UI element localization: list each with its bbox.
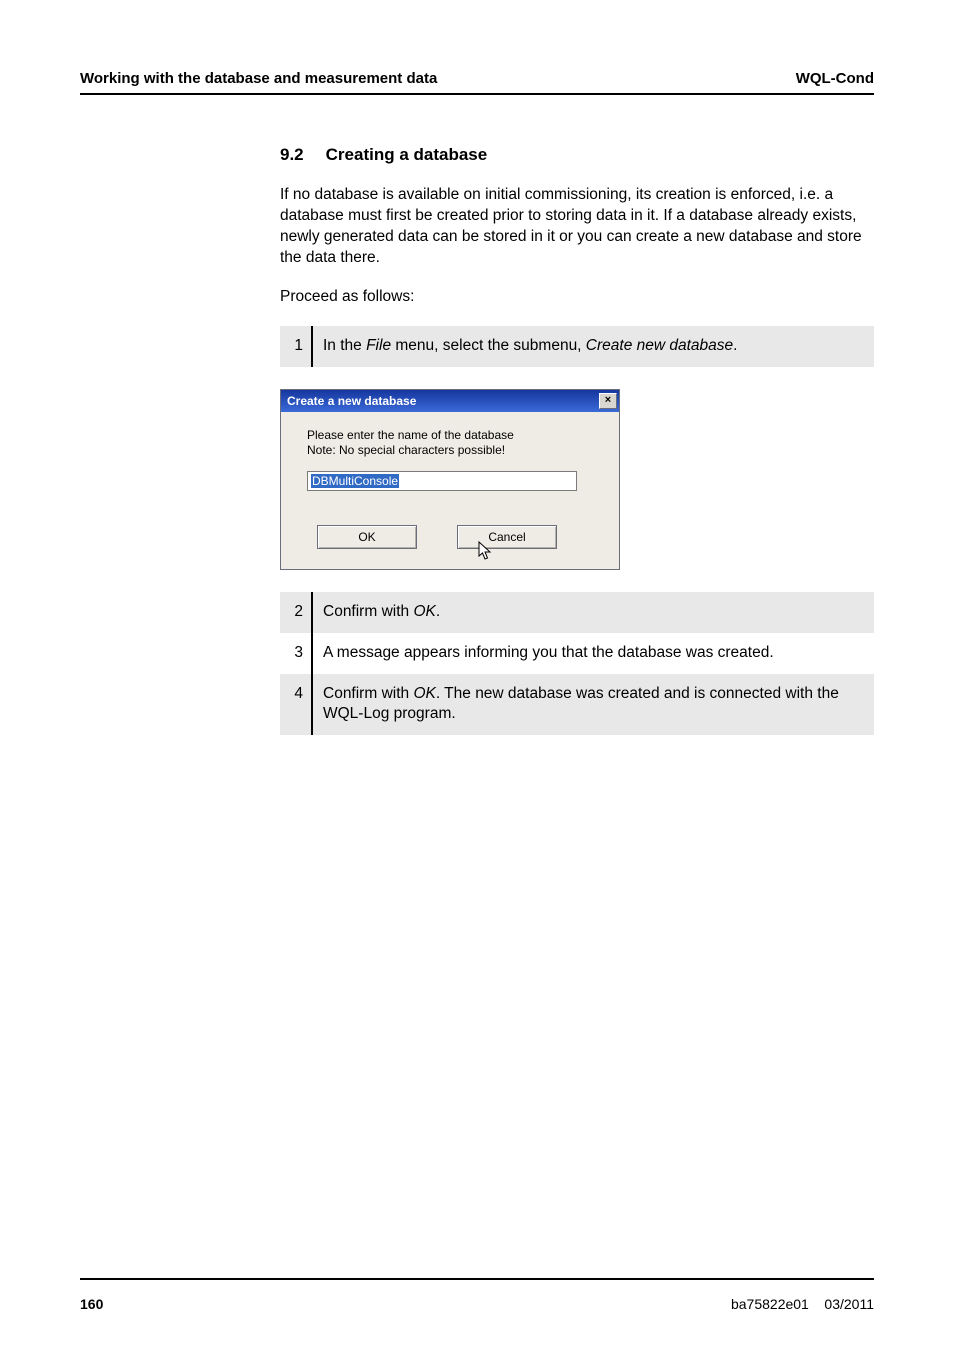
doc-id: ba75822e01 [731, 1296, 809, 1312]
step-text: Confirm with OK. The new database was cr… [312, 674, 874, 736]
dialog-screenshot: Create a new database × Please enter the… [280, 389, 874, 570]
menu-name: File [366, 337, 391, 354]
step-text-fragment: In the [323, 337, 366, 354]
step-row: 2 Confirm with OK. [280, 592, 874, 633]
lead-in-paragraph: Proceed as follows: [280, 287, 874, 308]
page-number: 160 [80, 1296, 103, 1312]
step-text: In the File menu, select the submenu, Cr… [312, 326, 874, 367]
main-content: 9.2 Creating a database If no database is… [280, 145, 874, 735]
dialog-body: Please enter the name of the database No… [281, 412, 619, 569]
close-icon[interactable]: × [599, 393, 617, 409]
step-number: 2 [280, 592, 312, 633]
section-number: 9.2 [280, 145, 304, 165]
running-header: Working with the database and measuremen… [80, 70, 874, 95]
database-name-value: DBMultiConsole [311, 474, 399, 488]
button-name: OK [413, 603, 435, 620]
step-row: 3 A message appears informing you that t… [280, 633, 874, 674]
dialog-title: Create a new database [287, 394, 416, 408]
doc-date: 03/2011 [824, 1296, 874, 1312]
dialog-message-line: Please enter the name of the database [307, 428, 601, 444]
step-number: 4 [280, 674, 312, 736]
page-footer: 160 ba75822e01 03/2011 [80, 1296, 874, 1312]
header-right: WQL-Cond [796, 70, 874, 87]
cancel-button[interactable]: Cancel [457, 525, 557, 549]
step-number: 3 [280, 633, 312, 674]
step-row: 1 In the File menu, select the submenu, … [280, 326, 874, 367]
create-database-dialog: Create a new database × Please enter the… [280, 389, 620, 570]
submenu-name: Create new database [586, 337, 733, 354]
database-name-input[interactable]: DBMultiConsole [307, 471, 577, 491]
footer-rule [80, 1278, 874, 1280]
section-title: Creating a database [326, 145, 488, 164]
step-table-2: 2 Confirm with OK. 3 A message appears i… [280, 592, 874, 736]
dialog-message-line: Note: No special characters possible! [307, 443, 601, 459]
step-number: 1 [280, 326, 312, 367]
step-row: 4 Confirm with OK. The new database was … [280, 674, 874, 736]
footer-right: ba75822e01 03/2011 [731, 1296, 874, 1312]
step-text-fragment: . [733, 337, 737, 354]
dialog-titlebar: Create a new database × [281, 390, 619, 412]
step-text: Confirm with OK. [312, 592, 874, 633]
step-text: A message appears informing you that the… [312, 633, 874, 674]
header-left: Working with the database and measuremen… [80, 70, 437, 87]
dialog-message: Please enter the name of the database No… [307, 428, 601, 459]
step-text-fragment: menu, select the submenu, [391, 337, 586, 354]
intro-paragraph: If no database is available on initial c… [280, 185, 874, 269]
dialog-button-row: OK Cancel [307, 525, 601, 553]
ok-button[interactable]: OK [317, 525, 417, 549]
step-text-fragment: . [436, 603, 440, 620]
step-text-fragment: Confirm with [323, 603, 413, 620]
step-text-fragment: Confirm with [323, 685, 413, 702]
section-heading: 9.2 Creating a database [280, 145, 874, 165]
button-name: OK [413, 685, 435, 702]
step-table-1: 1 In the File menu, select the submenu, … [280, 326, 874, 367]
